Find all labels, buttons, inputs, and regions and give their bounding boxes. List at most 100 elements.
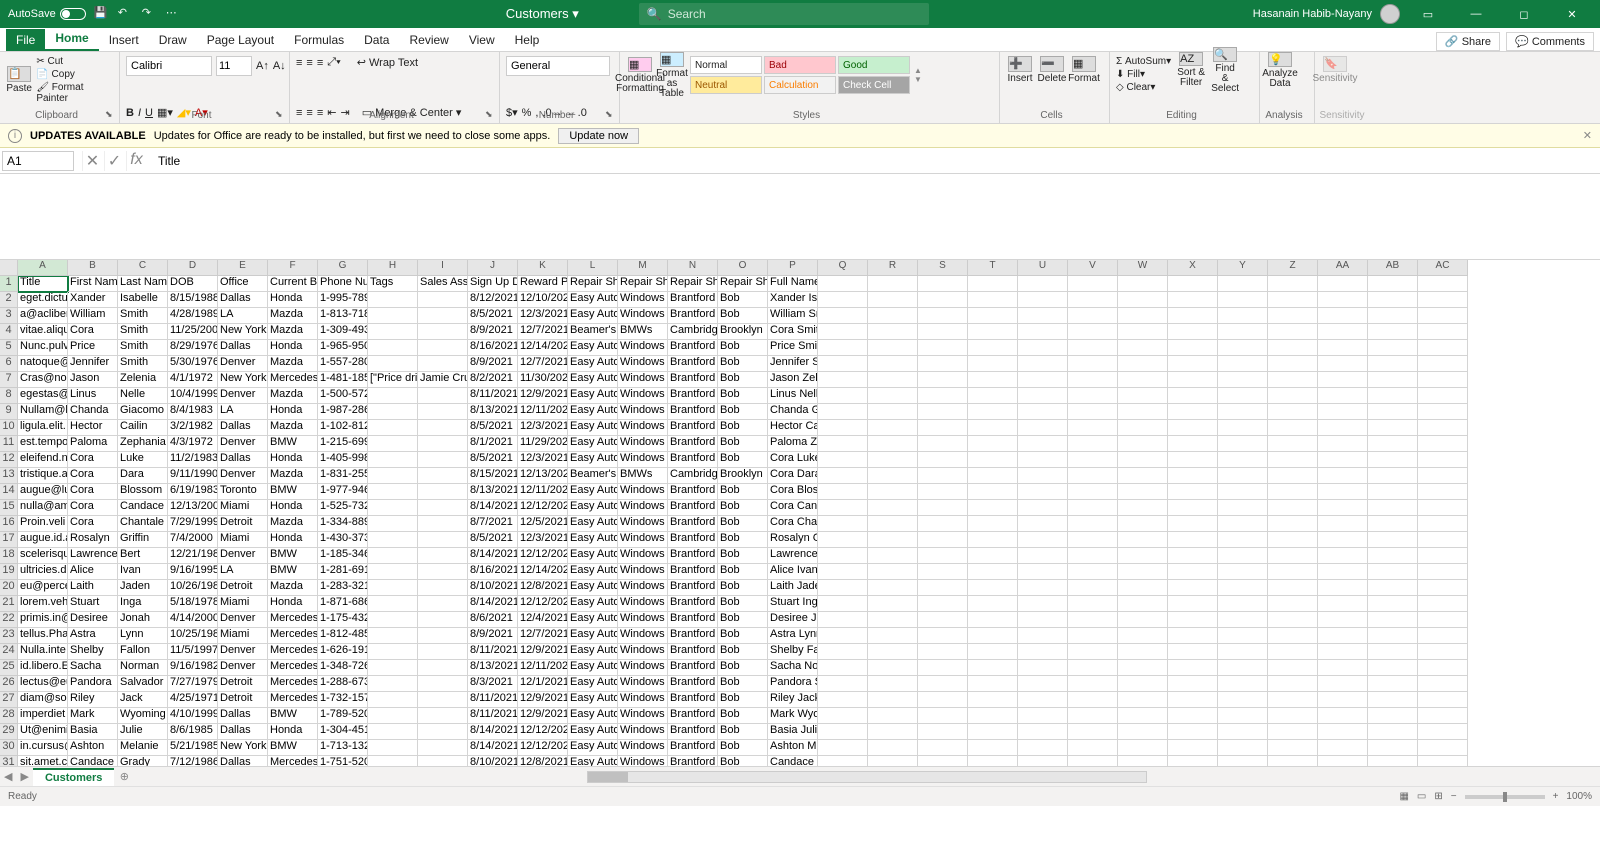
cell[interactable] (368, 420, 418, 436)
cell[interactable] (1118, 404, 1168, 420)
cell[interactable] (868, 724, 918, 740)
cell[interactable]: 7/12/1986 (168, 756, 218, 766)
cell[interactable]: Honda (268, 452, 318, 468)
cell[interactable]: Lawrence Bert (768, 548, 818, 564)
cell[interactable] (1368, 436, 1418, 452)
cell[interactable]: Giacomo (118, 404, 168, 420)
cell[interactable] (1018, 580, 1068, 596)
cell[interactable] (418, 356, 468, 372)
row-header[interactable]: 2 (0, 292, 18, 308)
cell[interactable]: Brantford (668, 308, 718, 324)
cell[interactable]: 9/16/1982 (168, 660, 218, 676)
cell[interactable]: 12/12/202 (518, 740, 568, 756)
cell[interactable]: 10/26/198 (168, 580, 218, 596)
cell[interactable] (1068, 436, 1118, 452)
cell[interactable]: Detroit (218, 516, 268, 532)
row-header[interactable]: 1 (0, 276, 18, 292)
cell[interactable] (1318, 452, 1368, 468)
cell[interactable] (1268, 308, 1318, 324)
cell[interactable]: Linus (68, 388, 118, 404)
cell[interactable] (1268, 468, 1318, 484)
cell[interactable]: Dara (118, 468, 168, 484)
cell[interactable]: Jonah (118, 612, 168, 628)
cell[interactable]: Mazda (268, 516, 318, 532)
cell[interactable]: Brooklyn (718, 324, 768, 340)
cell[interactable]: 12/3/2021 (518, 452, 568, 468)
cell[interactable] (1268, 724, 1318, 740)
cell[interactable] (1368, 724, 1418, 740)
cell[interactable]: 12/12/202 (518, 548, 568, 564)
cell[interactable]: Alice Ivan (768, 564, 818, 580)
cell[interactable] (968, 340, 1018, 356)
paste-button[interactable]: 📋Paste (6, 66, 32, 94)
cell[interactable] (418, 500, 468, 516)
cell[interactable]: Bob (718, 756, 768, 766)
cell[interactable]: 1-215-699-2002 (318, 436, 368, 452)
cell[interactable]: Smith (118, 340, 168, 356)
cell[interactable] (1118, 724, 1168, 740)
cell[interactable]: Brantford (668, 756, 718, 766)
clear-button[interactable]: ◇ Clear▾ (1116, 82, 1171, 93)
cell[interactable] (818, 372, 868, 388)
column-header[interactable]: S (918, 260, 968, 276)
cell[interactable] (868, 660, 918, 676)
cell[interactable] (1318, 500, 1368, 516)
cell[interactable]: augue@lu (18, 484, 68, 500)
cell[interactable]: Tags (368, 276, 418, 292)
style-calculation[interactable]: Calculation (764, 76, 836, 94)
cell[interactable]: William Smith (768, 308, 818, 324)
cell[interactable] (1268, 452, 1318, 468)
cell[interactable]: id.libero.E (18, 660, 68, 676)
cell[interactable]: Windows (618, 724, 668, 740)
cell[interactable] (1168, 292, 1218, 308)
cell[interactable] (1068, 532, 1118, 548)
cell[interactable] (368, 292, 418, 308)
cell[interactable] (368, 324, 418, 340)
column-header[interactable]: U (1018, 260, 1068, 276)
cell[interactable]: 1-102-812-5798 (318, 420, 368, 436)
cell[interactable]: 12/3/2021 (518, 420, 568, 436)
name-box[interactable] (2, 151, 74, 171)
cell[interactable]: Windows (618, 340, 668, 356)
cell[interactable]: Cora Smith (768, 324, 818, 340)
comments-button[interactable]: 💬 Comments (1506, 32, 1594, 51)
row-header[interactable]: 23 (0, 628, 18, 644)
cell[interactable]: 1-304-451-4713 (318, 724, 368, 740)
cell[interactable]: Easy Auto (568, 516, 618, 532)
cell[interactable] (1218, 468, 1268, 484)
maximize-icon[interactable]: ◻ (1504, 0, 1544, 28)
cell[interactable]: Mazda (268, 324, 318, 340)
row-header[interactable]: 24 (0, 644, 18, 660)
cell[interactable]: Brantford (668, 436, 718, 452)
cell[interactable]: 8/11/2021 (468, 644, 518, 660)
cell[interactable] (1418, 356, 1468, 372)
cell[interactable] (1218, 628, 1268, 644)
cell[interactable] (418, 436, 468, 452)
cell[interactable]: 8/14/2021 (468, 500, 518, 516)
column-header[interactable]: Z (1268, 260, 1318, 276)
cell[interactable]: Windows (618, 580, 668, 596)
cell[interactable] (1268, 708, 1318, 724)
orientation-icon[interactable]: ⤢▾ (327, 56, 340, 69)
column-header[interactable]: R (868, 260, 918, 276)
row-header[interactable]: 26 (0, 676, 18, 692)
cell[interactable] (1018, 532, 1068, 548)
cell[interactable] (818, 484, 868, 500)
zoom-out-icon[interactable]: − (1451, 791, 1457, 802)
cell[interactable]: Rosalyn Griffin (768, 532, 818, 548)
cell[interactable]: Windows (618, 628, 668, 644)
cell[interactable] (918, 308, 968, 324)
cell[interactable] (1368, 404, 1418, 420)
cell[interactable]: 4/10/1999 (168, 708, 218, 724)
cell[interactable]: Cora (68, 516, 118, 532)
cell[interactable] (918, 292, 968, 308)
cell[interactable] (368, 628, 418, 644)
cell[interactable] (918, 660, 968, 676)
cell[interactable]: LA (218, 564, 268, 580)
cell[interactable] (868, 324, 918, 340)
cell[interactable] (1068, 612, 1118, 628)
cell[interactable]: Julie (118, 724, 168, 740)
cell[interactable] (418, 596, 468, 612)
cell[interactable]: Nullam@l (18, 404, 68, 420)
cell[interactable]: Laith (68, 580, 118, 596)
